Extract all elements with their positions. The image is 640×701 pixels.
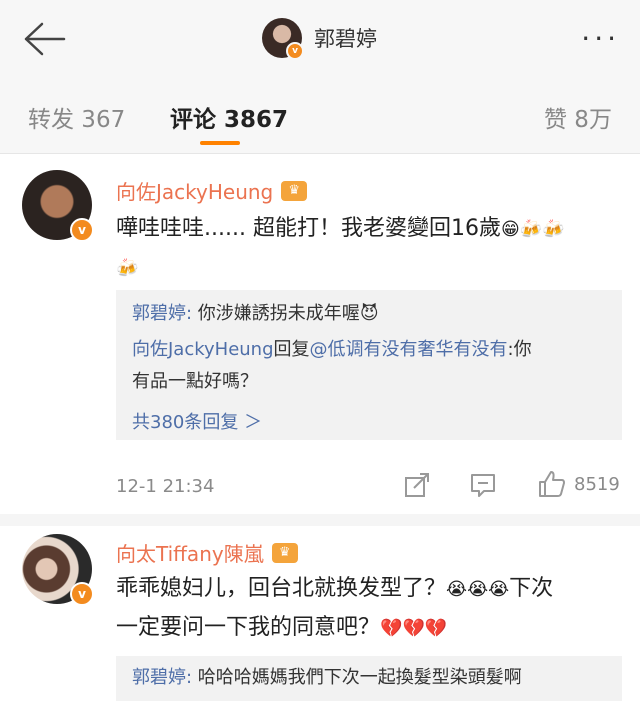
crown-icon: ♛ [271, 542, 298, 563]
reply-item: 郭碧婷: 哈哈哈媽媽我們下次一起換髮型染頭髮啊 [132, 662, 608, 694]
comment-text: 嘩哇哇哇...... 超能打！我老婆變回16歲😁🍻🍻 🍻 [116, 210, 626, 288]
active-tab-indicator [200, 141, 240, 145]
reply-item: 郭碧婷: 你涉嫌誘拐未成年喔😈 [132, 298, 608, 330]
avatar[interactable]: v [22, 170, 94, 242]
tab-comments[interactable]: 评论 3867 [170, 100, 288, 134]
reply-author[interactable]: 向佐JackyHeung [132, 339, 274, 360]
reply-text: :你 [507, 339, 532, 360]
author-name: 向佐JackyHeung [116, 180, 274, 204]
comment-author[interactable]: 向太Tiffany陳嵐 ♛ [116, 538, 298, 567]
comment-text-line: 下次 [509, 576, 554, 601]
tab-bar: 转发 367 评论 3867 赞 8万 [0, 78, 640, 154]
divider [0, 514, 640, 526]
crying-emoji-icon: 😭 [467, 579, 489, 600]
comment-item: v 向太Tiffany陳嵐 ♛ 乖乖媳妇儿，回台北就换发型了？😭😭😭下次 一定要… [0, 526, 640, 701]
repost-button[interactable] [404, 472, 430, 498]
repost-icon [405, 473, 429, 497]
reply-text: 哈哈哈媽媽我們下次一起換髮型染頭髮啊 [192, 667, 522, 688]
more-replies-link[interactable]: 共380条回复 ＞ [132, 408, 262, 434]
reply-text: 有品一點好嗎？ [132, 371, 258, 392]
tab-likes[interactable]: 赞 8万 [544, 100, 612, 134]
top-nav-bar: v 郭碧婷 ··· [0, 0, 640, 78]
comment-text-line: 一定要问一下我的同意吧？ [116, 615, 381, 640]
reply-author[interactable]: 郭碧婷: [132, 667, 192, 688]
verified-badge-icon: v [70, 218, 94, 242]
avatar[interactable]: v [22, 534, 94, 606]
avatar[interactable]: v [262, 18, 304, 60]
reply-verb: 回复 [273, 339, 310, 360]
tab-reposts[interactable]: 转发 367 [28, 100, 125, 134]
author-name: 向太Tiffany陳嵐 [116, 542, 264, 566]
comment-text: 乖乖媳妇儿，回台北就换发型了？😭😭😭下次 一定要问一下我的同意吧？💔💔💔 [116, 570, 626, 648]
beer-emoji-icon: 🍻 [519, 219, 543, 240]
broken-heart-emoji-icon: 💔 [380, 618, 403, 639]
broken-heart-emoji-icon: 💔 [402, 618, 425, 639]
comment-icon [471, 474, 495, 497]
reply-box[interactable]: 郭碧婷: 你涉嫌誘拐未成年喔😈 向佐JackyHeung回复@低调有没有奢华有没… [116, 290, 622, 440]
reply-text: 你涉嫌誘拐未成年喔 [192, 303, 360, 324]
reply-item: 向佐JackyHeung回复@低调有没有奢华有没有:你 有品一點好嗎？ [132, 334, 608, 398]
comment-time: 12-1 21:34 [116, 476, 215, 497]
comment-text-line: 乖乖媳妇儿，回台北就换发型了？ [116, 576, 447, 601]
more-options-icon[interactable]: ··· [581, 22, 620, 55]
thumbs-up-icon [539, 471, 565, 497]
beer-emoji-icon: 🍻 [116, 258, 139, 279]
crying-emoji-icon: 😭 [446, 579, 468, 600]
comment-text-line: 嘩哇哇哇...... 超能打！我老婆變回16歲 [116, 216, 501, 241]
reply-mention[interactable]: @低调有没有奢华有没有 [310, 339, 508, 360]
verified-badge-icon: v [286, 42, 304, 60]
like-button[interactable]: 8519 [538, 470, 620, 498]
crying-emoji-icon: 😭 [488, 579, 510, 600]
broken-heart-emoji-icon: 💔 [424, 618, 448, 639]
back-arrow-icon[interactable] [20, 20, 66, 58]
comment-item: v 向佐JackyHeung ♛ 嘩哇哇哇...... 超能打！我老婆變回16歲… [0, 154, 640, 514]
like-count: 8519 [574, 473, 620, 495]
comment-author[interactable]: 向佐JackyHeung ♛ [116, 176, 308, 205]
page-title: 郭碧婷 [314, 27, 377, 51]
grin-emoji-icon: 😁 [500, 219, 520, 240]
reply-button[interactable] [470, 472, 496, 498]
reply-box[interactable]: 郭碧婷: 哈哈哈媽媽我們下次一起換髮型染頭髮啊 [116, 656, 622, 701]
devil-emoji-icon: 😈 [359, 303, 379, 324]
verified-badge-icon: v [70, 582, 94, 606]
beer-emoji-icon: 🍻 [542, 219, 565, 240]
crown-icon: ♛ [281, 180, 308, 201]
header-title-group[interactable]: v 郭碧婷 [262, 18, 377, 60]
reply-author[interactable]: 郭碧婷: [132, 303, 192, 324]
